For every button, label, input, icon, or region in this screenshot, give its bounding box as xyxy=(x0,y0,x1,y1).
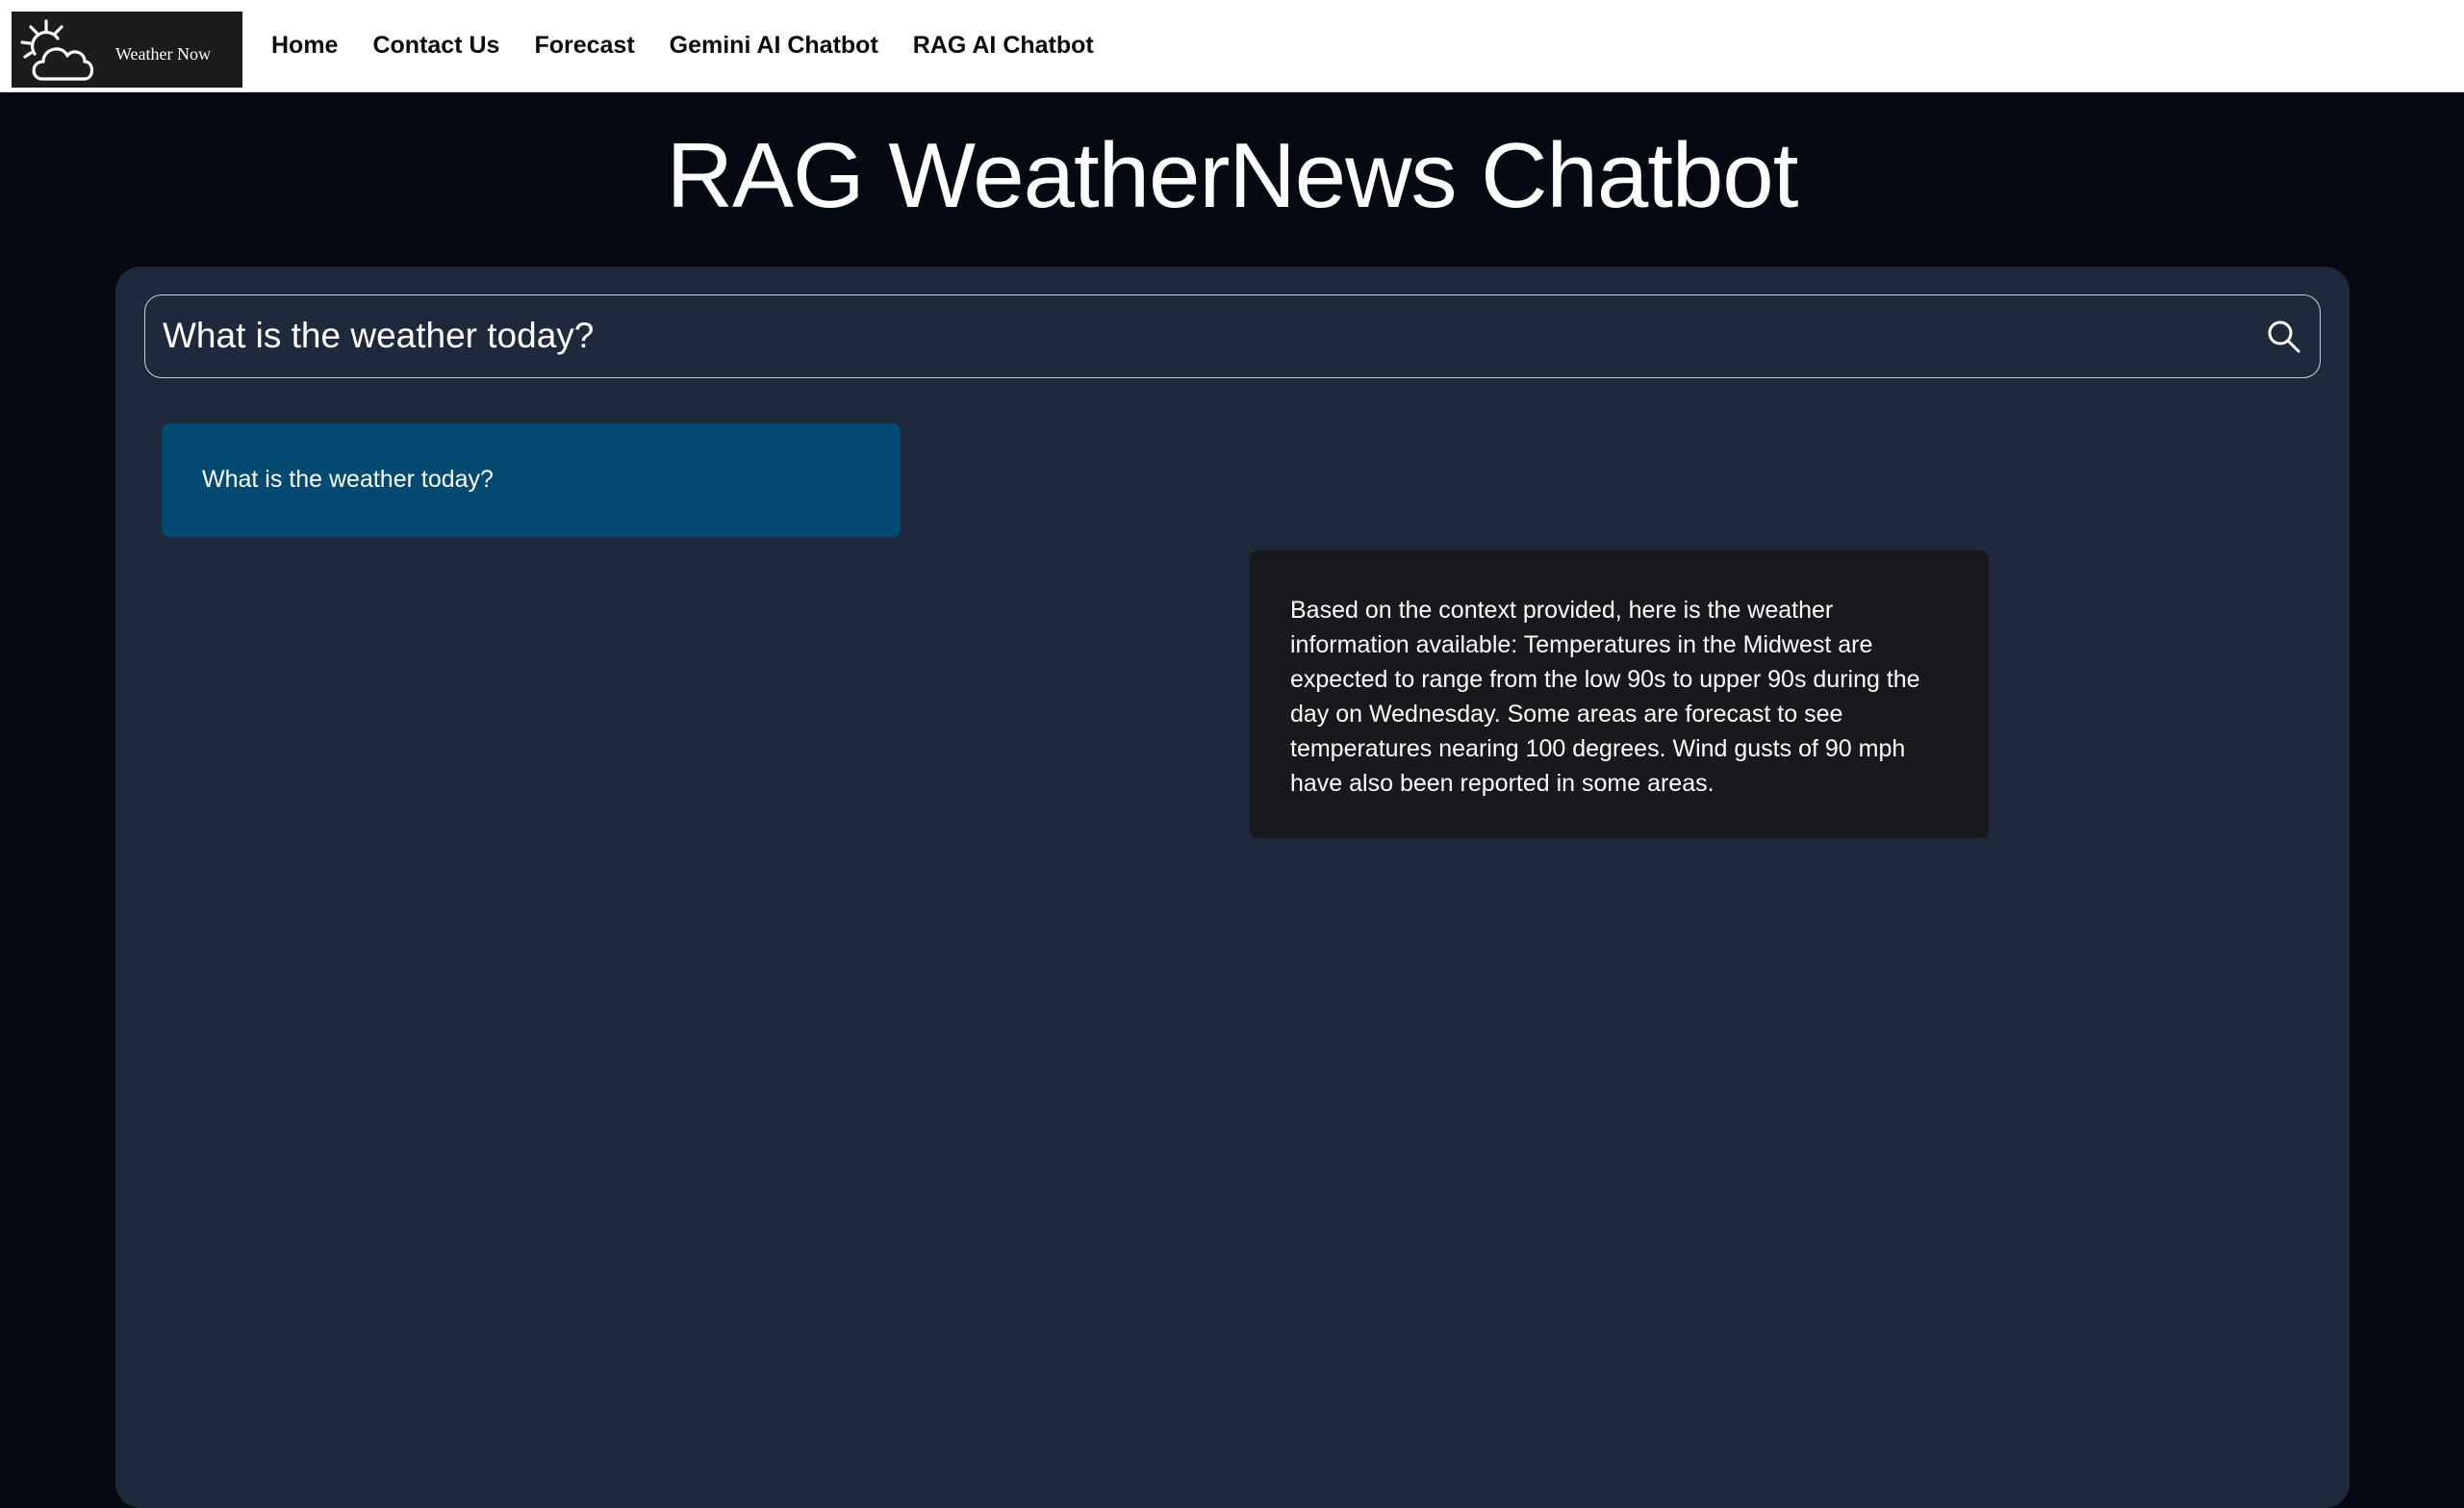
nav-link-forecast[interactable]: Forecast xyxy=(534,32,634,60)
search-bar xyxy=(144,294,2321,378)
site-logo[interactable]: Weather Now xyxy=(12,12,242,88)
nav-link-contact-us[interactable]: Contact Us xyxy=(372,32,499,60)
bot-message-bubble: Based on the context provided, here is t… xyxy=(1250,550,1989,838)
nav-menu: Home Contact Us Forecast Gemini AI Chatb… xyxy=(271,0,1129,91)
user-message-bubble: What is the weather today? xyxy=(162,423,901,537)
search-icon[interactable] xyxy=(2266,319,2302,355)
nav-link-gemini-ai-chatbot[interactable]: Gemini AI Chatbot xyxy=(670,32,878,60)
top-navbar: Weather Now Home Contact Us Forecast Gem… xyxy=(0,0,2464,92)
nav-link-rag-ai-chatbot[interactable]: RAG AI Chatbot xyxy=(913,32,1094,60)
sun-cloud-icon xyxy=(20,19,94,81)
bot-message-text: Based on the context provided, here is t… xyxy=(1290,597,1920,797)
search-input[interactable] xyxy=(145,295,2243,376)
chat-panel: What is the weather today? Based on the … xyxy=(115,267,2350,1508)
user-message-text: What is the weather today? xyxy=(202,466,494,493)
nav-link-home[interactable]: Home xyxy=(271,32,338,60)
page-title: RAG WeatherNews Chatbot xyxy=(666,124,1799,227)
logo-text: Weather Now xyxy=(115,44,212,64)
